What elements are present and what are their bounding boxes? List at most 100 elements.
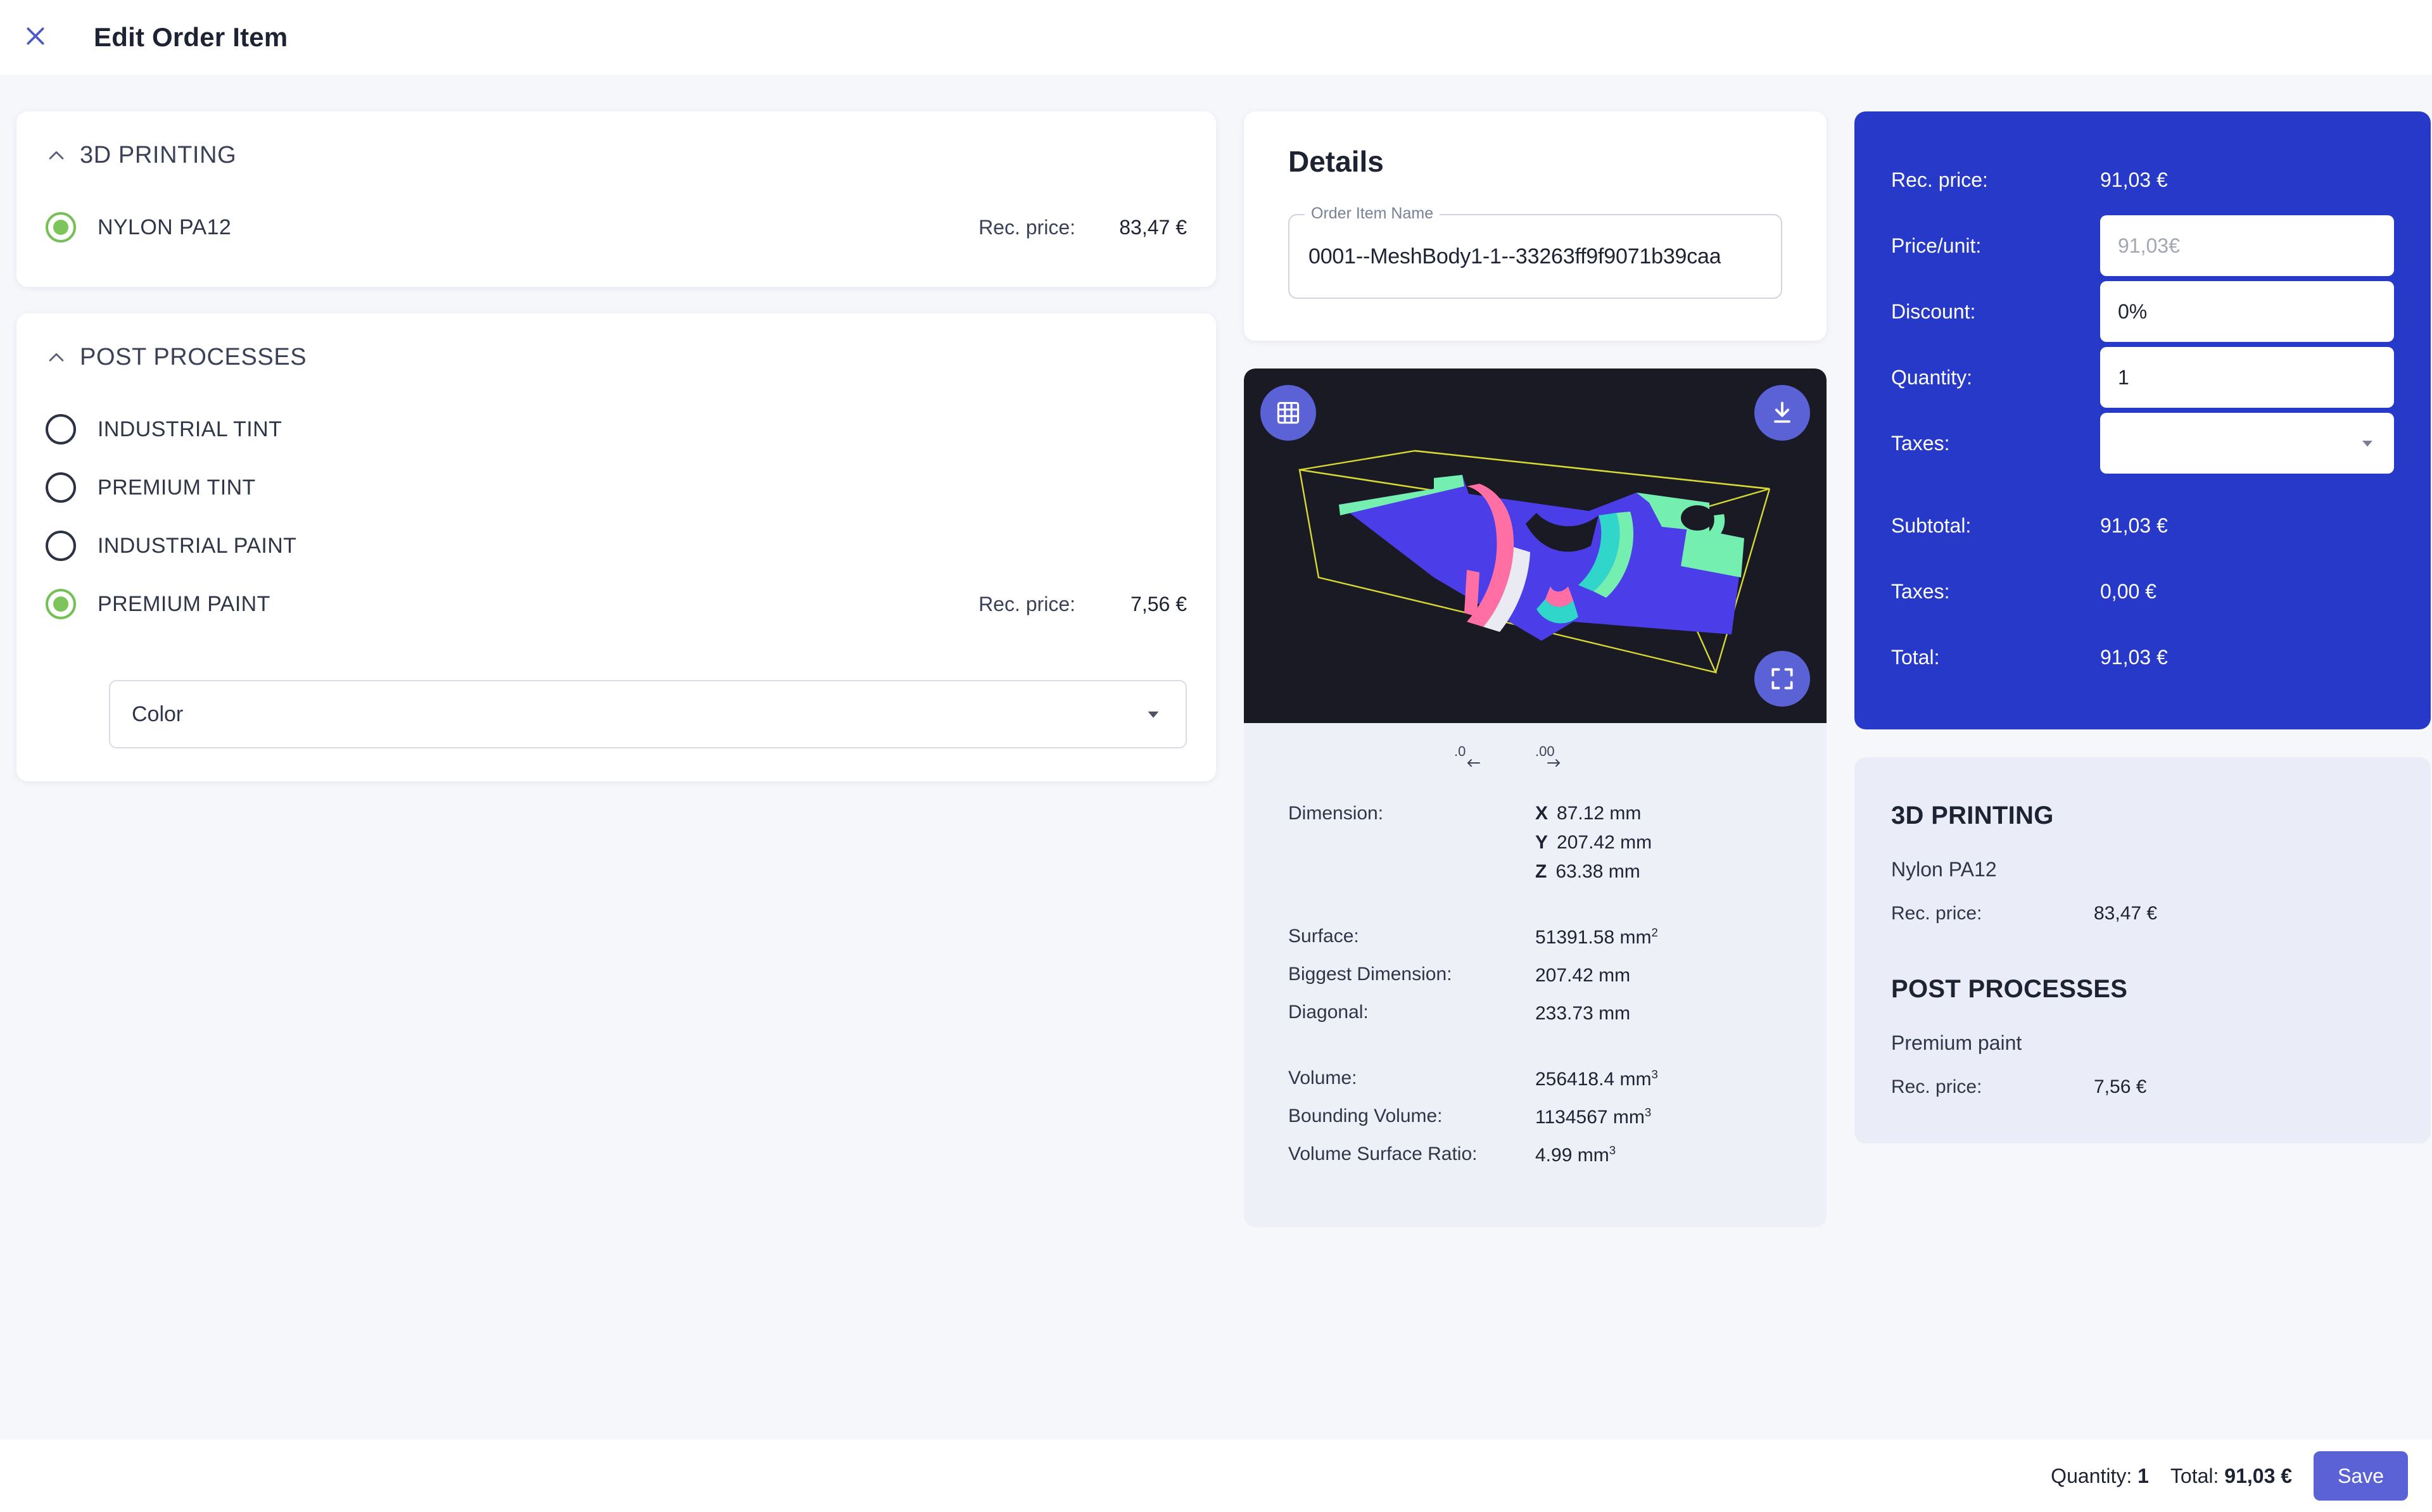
spec-key: Diagonal: <box>1288 1002 1535 1023</box>
printing-option-list: NYLON PA12 Rec. price: 83,47 € <box>16 169 1216 287</box>
summary-post-title: POST PROCESSES <box>1891 975 2394 1004</box>
spacer <box>1891 476 2394 493</box>
printing-section-header[interactable]: 3D PRINTING <box>16 111 1216 169</box>
quantity-input[interactable]: 1 <box>2100 347 2394 408</box>
model-preview <box>1244 369 1827 723</box>
radio-industrial-tint[interactable] <box>46 414 76 444</box>
price-unit-placeholder: 91,03€ <box>2118 234 2180 258</box>
price-unit-label: Price/unit: <box>1891 234 2100 258</box>
details-card: Details Order Item Name 0001--MeshBody1-… <box>1244 111 1827 341</box>
spec-key: Biggest Dimension: <box>1288 964 1535 985</box>
pricing-panel: Rec. price: 91,03 € Price/unit: 91,03€ D… <box>1854 111 2431 729</box>
spec-row-diagonal: Diagonal: 233.73 mm <box>1288 1002 1782 1024</box>
pricing-column: Rec. price: 91,03 € Price/unit: 91,03€ D… <box>1854 111 2431 1440</box>
details-title: Details <box>1288 144 1782 179</box>
axis-label: Y <box>1535 832 1548 853</box>
order-item-name-value: 0001--MeshBody1-1--33263ff9f9071b39caa <box>1308 244 1721 269</box>
details-column: Details Order Item Name 0001--MeshBody1-… <box>1244 111 1827 1440</box>
spec-value: 256418.4 mm3 <box>1535 1068 1658 1090</box>
option-row-industrial-paint[interactable]: INDUSTRIAL PAINT <box>46 517 1187 575</box>
specs-panel: .0 .00 <box>1244 723 1827 1227</box>
summary-price-label: Rec. price: <box>1891 1076 2094 1098</box>
radio-industrial-paint[interactable] <box>46 531 76 561</box>
option-row-premium-tint[interactable]: PREMIUM TINT <box>46 458 1187 517</box>
printing-section-title: 3D PRINTING <box>80 142 236 169</box>
footer-total-value: 91,03 € <box>2224 1465 2292 1487</box>
taxes-select[interactable] <box>2100 413 2394 474</box>
summary-price-value: 83,47 € <box>2094 903 2157 924</box>
spec-key: Bounding Volume: <box>1288 1106 1535 1127</box>
rec-price-label: Rec. price: <box>1891 168 2100 192</box>
arrow-left-icon: .0 <box>1454 742 1492 775</box>
fullscreen-icon <box>1768 665 1796 693</box>
option-label: NYLON PA12 <box>98 215 978 240</box>
taxes-amount-row: Taxes: 0,00 € <box>1891 558 2394 624</box>
axis-label: X <box>1535 803 1548 824</box>
summary-printing-name: Nylon PA12 <box>1891 858 2394 881</box>
increase-precision-button[interactable]: .00 <box>1535 742 1573 775</box>
chevron-up-icon <box>46 145 67 167</box>
total-value: 91,03 € <box>2100 646 2168 669</box>
download-icon <box>1768 399 1796 427</box>
order-item-name-field[interactable]: Order Item Name 0001--MeshBody1-1--33263… <box>1288 214 1782 299</box>
close-icon <box>23 23 48 52</box>
option-price-value: 83,47 € <box>1092 216 1187 239</box>
fullscreen-button[interactable] <box>1754 651 1810 707</box>
rec-price-value: 91,03 € <box>2100 168 2168 192</box>
option-row-premium-paint[interactable]: PREMIUM PAINT Rec. price: 7,56 € <box>46 575 1187 633</box>
chevron-down-icon <box>2357 433 2378 453</box>
option-price-label: Rec. price: <box>978 216 1075 239</box>
model-viewer[interactable] <box>1244 369 1827 723</box>
total-label: Total: <box>1891 646 2100 669</box>
radio-premium-tint[interactable] <box>46 472 76 503</box>
save-button[interactable]: Save <box>2314 1451 2408 1501</box>
grid-view-button[interactable] <box>1260 385 1316 441</box>
post-processes-section-header[interactable]: POST PROCESSES <box>16 313 1216 371</box>
dimension-x: X 87.12 mm <box>1535 803 1652 824</box>
rec-price-row: Rec. price: 91,03 € <box>1891 147 2394 213</box>
arrow-right-icon: .00 <box>1535 742 1573 775</box>
color-select-value: Color <box>132 702 1143 727</box>
spec-value: 51391.58 mm2 <box>1535 926 1658 948</box>
option-price-label: Rec. price: <box>978 593 1075 616</box>
summary-price-value: 7,56 € <box>2094 1076 2146 1098</box>
spacer <box>1891 924 2394 975</box>
option-label: INDUSTRIAL PAINT <box>98 534 1075 558</box>
spec-row-dimension: Dimension: X87.12 mm Y207.42 mm Z63.38 m… <box>1288 803 1782 883</box>
price-unit-row: Price/unit: 91,03€ <box>1891 213 2394 279</box>
radio-nylon-pa12[interactable] <box>46 212 76 243</box>
post-processes-section-card: POST PROCESSES INDUSTRIAL TINT PREMIUM T… <box>16 313 1216 781</box>
radio-premium-paint[interactable] <box>46 589 76 619</box>
chevron-up-icon <box>46 347 67 369</box>
footer-quantity: Quantity: 1 <box>2051 1465 2149 1488</box>
summary-post-name: Premium paint <box>1891 1031 2394 1055</box>
spec-row-surface: Surface: 51391.58 mm2 <box>1288 926 1782 948</box>
summary-card: 3D PRINTING Nylon PA12 Rec. price: 83,47… <box>1854 757 2431 1143</box>
footer-total-label: Total: <box>2170 1465 2219 1487</box>
option-row-nylon-pa12[interactable]: NYLON PA12 Rec. price: 83,47 € <box>46 198 1187 256</box>
spec-key: Dimension: <box>1288 803 1535 824</box>
summary-printing-price-row: Rec. price: 83,47 € <box>1891 903 2394 924</box>
footer-bar: Quantity: 1 Total: 91,03 € Save <box>0 1440 2432 1512</box>
axis-value: 63.38 mm <box>1555 861 1640 882</box>
price-unit-input[interactable]: 91,03€ <box>2100 215 2394 276</box>
footer-quantity-label: Quantity: <box>2051 1465 2132 1487</box>
option-row-industrial-tint[interactable]: INDUSTRIAL TINT <box>46 400 1187 458</box>
quantity-row: Quantity: 1 <box>1891 344 2394 410</box>
decrease-precision-button[interactable]: .0 <box>1454 742 1492 775</box>
page-title: Edit Order Item <box>94 22 288 53</box>
download-button[interactable] <box>1754 385 1810 441</box>
dimension-y: Y207.42 mm <box>1535 832 1652 854</box>
discount-input[interactable]: 0% <box>2100 281 2394 342</box>
spec-value: 207.42 mm <box>1535 964 1630 986</box>
precision-controls: .0 .00 <box>1288 742 1782 775</box>
taxes-value: 0,00 € <box>2100 580 2156 603</box>
option-label: PREMIUM PAINT <box>98 592 978 617</box>
spacer <box>1288 1040 1782 1068</box>
discount-label: Discount: <box>1891 300 2100 324</box>
close-button[interactable] <box>15 17 56 58</box>
chevron-down-icon <box>1143 703 1164 725</box>
color-select[interactable]: Color <box>109 680 1187 748</box>
axis-value: 87.12 mm <box>1557 803 1641 824</box>
spec-key: Volume Surface Ratio: <box>1288 1143 1535 1165</box>
